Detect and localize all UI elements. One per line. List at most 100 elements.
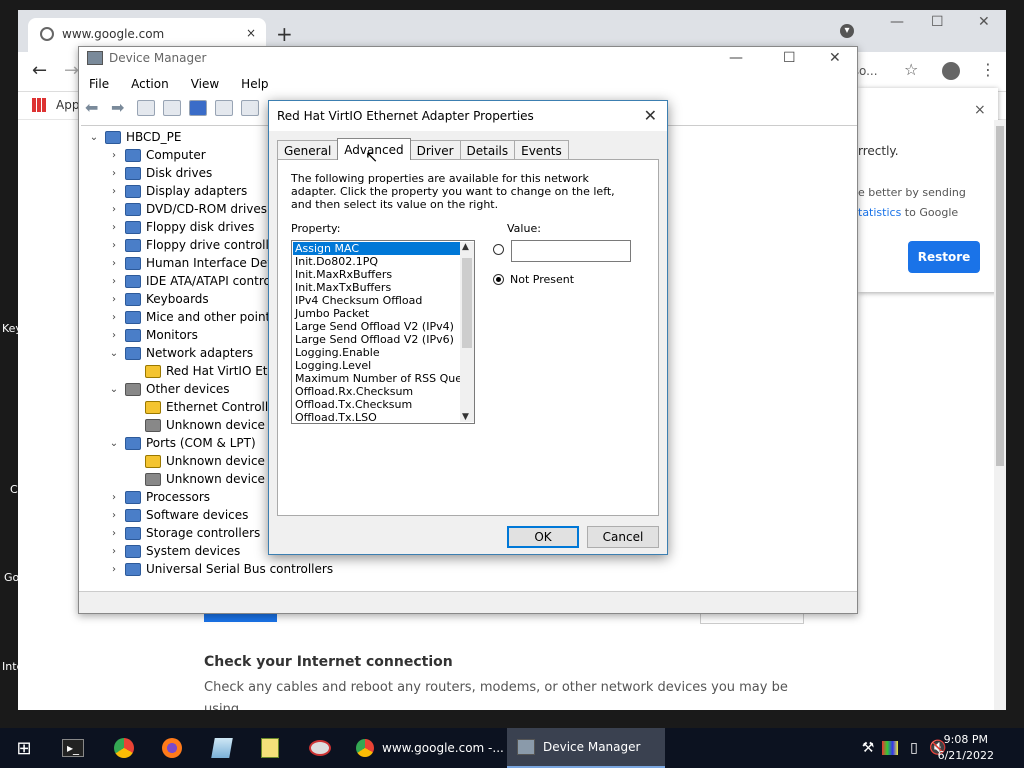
collapse-arrow-icon[interactable]: ⌄ — [107, 348, 121, 359]
back-arrow-icon[interactable]: ⬅ — [85, 100, 103, 116]
bookmark-star-icon[interactable]: ☆ — [904, 60, 918, 79]
collapse-arrow-icon[interactable]: ⌄ — [107, 384, 121, 395]
properties-titlebar[interactable]: Red Hat VirtIO Ethernet Adapter Properti… — [269, 101, 667, 131]
maximize-icon[interactable]: ☐ — [783, 50, 796, 66]
property-item[interactable]: Offload.Tx.LSO — [293, 411, 460, 423]
property-item[interactable]: Maximum Number of RSS Queues — [293, 372, 474, 385]
scroll-up-icon[interactable]: ▲ — [462, 242, 469, 252]
expand-arrow-icon[interactable]: › — [107, 546, 121, 557]
chrome-icon[interactable] — [112, 736, 136, 760]
not-present-label[interactable]: Not Present — [510, 273, 574, 286]
apps-grid-icon[interactable] — [32, 98, 46, 112]
property-item[interactable]: Assign MAC — [293, 242, 460, 255]
taskbar-clock[interactable]: 9:08 PM 6/21/2022 — [938, 732, 994, 764]
tree-node[interactable]: › Keyboards — [107, 290, 209, 308]
value-radio[interactable] — [493, 244, 504, 255]
tab-events[interactable]: Events — [514, 140, 569, 160]
menu-view[interactable]: View — [191, 77, 219, 91]
tree-node[interactable]: ⌄ Other devices — [107, 380, 230, 398]
expand-arrow-icon[interactable]: › — [107, 510, 121, 521]
tree-node[interactable]: Ethernet Controller — [127, 398, 281, 416]
close-icon[interactable]: ✕ — [644, 106, 657, 125]
desktop-label[interactable]: C — [10, 483, 18, 496]
property-item[interactable]: Jumbo Packet — [293, 307, 460, 320]
restore-button[interactable]: Restore — [908, 241, 980, 273]
tab-general[interactable]: General — [277, 140, 339, 160]
property-item[interactable]: Logging.Level — [293, 359, 460, 372]
tree-node[interactable]: ⌄ Network adapters — [107, 344, 253, 362]
collapse-arrow-icon[interactable]: ⌄ — [87, 132, 101, 143]
expand-arrow-icon[interactable]: › — [107, 168, 121, 179]
close-window-icon[interactable]: ✕ — [978, 14, 990, 30]
expand-arrow-icon[interactable]: › — [107, 240, 121, 251]
expand-arrow-icon[interactable]: › — [107, 330, 121, 341]
maximize-icon[interactable]: ☐ — [931, 14, 944, 30]
property-list[interactable]: Offload.Tx.LSO Offload.Tx.Checksum Offload… — [291, 240, 475, 424]
tree-node[interactable]: › Disk drives — [107, 164, 212, 182]
tree-node[interactable]: › Computer — [107, 146, 206, 164]
forward-arrow-icon[interactable]: → — [64, 60, 79, 81]
minimize-icon[interactable]: — — [729, 50, 743, 66]
new-tab-button[interactable]: + — [276, 22, 293, 46]
close-icon[interactable]: × — [974, 102, 986, 118]
paint-icon[interactable] — [308, 736, 332, 760]
tray-color-icon[interactable] — [878, 736, 902, 760]
tree-node[interactable]: › Floppy disk drives — [107, 218, 254, 236]
scroll-down-icon[interactable]: ▼ — [462, 412, 469, 422]
taskbar-app-chrome[interactable]: www.google.com -... — [346, 728, 504, 768]
close-tab-icon[interactable]: × — [246, 26, 256, 40]
property-item[interactable]: Logging.Enable — [293, 346, 460, 359]
property-item[interactable]: Offload.Rx.Checksum — [293, 385, 460, 398]
property-item[interactable]: Large Send Offload V2 (IPv4) — [293, 320, 460, 333]
tree-node[interactable]: › Floppy drive controllers — [107, 236, 287, 254]
tab-search-icon[interactable]: ▾ — [840, 24, 854, 38]
explorer-icon[interactable] — [210, 736, 234, 760]
tree-node[interactable]: › Storage controllers — [107, 524, 260, 542]
help-icon[interactable] — [189, 100, 207, 116]
tree-node[interactable]: Unknown device — [127, 452, 265, 470]
profile-avatar-icon[interactable] — [942, 62, 960, 80]
tree-node[interactable]: ⌄ Ports (COM & LPT) — [107, 434, 256, 452]
expand-arrow-icon[interactable]: › — [107, 222, 121, 233]
taskbar-app-device-manager[interactable]: Device Manager — [507, 728, 665, 768]
property-item[interactable]: Init.MaxRxBuffers — [293, 268, 460, 281]
property-item[interactable]: Init.MaxTxBuffers — [293, 281, 460, 294]
expand-arrow-icon[interactable]: › — [107, 150, 121, 161]
collapse-arrow-icon[interactable]: ⌄ — [107, 438, 121, 449]
tree-node[interactable]: › System devices — [107, 542, 240, 560]
device-manager-titlebar[interactable]: Device Manager — ☐ ✕ — [79, 47, 857, 71]
expand-arrow-icon[interactable]: › — [107, 294, 121, 305]
tree-node[interactable]: › Universal Serial Bus controllers — [107, 560, 333, 578]
expand-arrow-icon[interactable]: › — [107, 492, 121, 503]
properties-icon[interactable] — [163, 100, 181, 116]
not-present-radio[interactable] — [493, 274, 504, 285]
expand-arrow-icon[interactable]: › — [107, 186, 121, 197]
scrollbar-thumb[interactable] — [996, 126, 1004, 466]
menu-action[interactable]: Action — [131, 77, 169, 91]
minimize-icon[interactable]: — — [890, 14, 904, 30]
tree-node[interactable]: › Processors — [107, 488, 210, 506]
tab-driver[interactable]: Driver — [409, 140, 461, 160]
tree-node[interactable]: Unknown device — [127, 470, 265, 488]
property-item[interactable]: Offload.Tx.Checksum — [293, 398, 460, 411]
back-arrow-icon[interactable]: ← — [32, 60, 47, 81]
tree-node[interactable]: › Software devices — [107, 506, 248, 524]
property-item[interactable]: Init.Do802.1PQ — [293, 255, 460, 268]
tree-node[interactable]: ⌄ HBCD_PE — [87, 128, 182, 146]
update-driver-icon[interactable] — [215, 100, 233, 116]
windows-start-icon[interactable]: ⊞ — [12, 736, 36, 760]
ok-button[interactable]: OK — [507, 526, 579, 548]
cancel-button[interactable]: Cancel — [587, 526, 659, 548]
expand-arrow-icon[interactable]: › — [107, 312, 121, 323]
expand-arrow-icon[interactable]: › — [107, 564, 121, 575]
value-input[interactable] — [511, 240, 631, 262]
property-item[interactable]: Large Send Offload V2 (IPv6) — [293, 333, 460, 346]
scan-hardware-icon[interactable] — [241, 100, 259, 116]
desktop-label[interactable]: Go — [4, 571, 19, 584]
expand-arrow-icon[interactable]: › — [107, 204, 121, 215]
expand-arrow-icon[interactable]: › — [107, 528, 121, 539]
forward-arrow-icon[interactable]: ➡ — [111, 100, 129, 116]
scrollbar-thumb[interactable] — [462, 258, 472, 348]
menu-file[interactable]: File — [89, 77, 109, 91]
property-list-scrollbar[interactable]: ▲ ▼ — [460, 242, 474, 422]
